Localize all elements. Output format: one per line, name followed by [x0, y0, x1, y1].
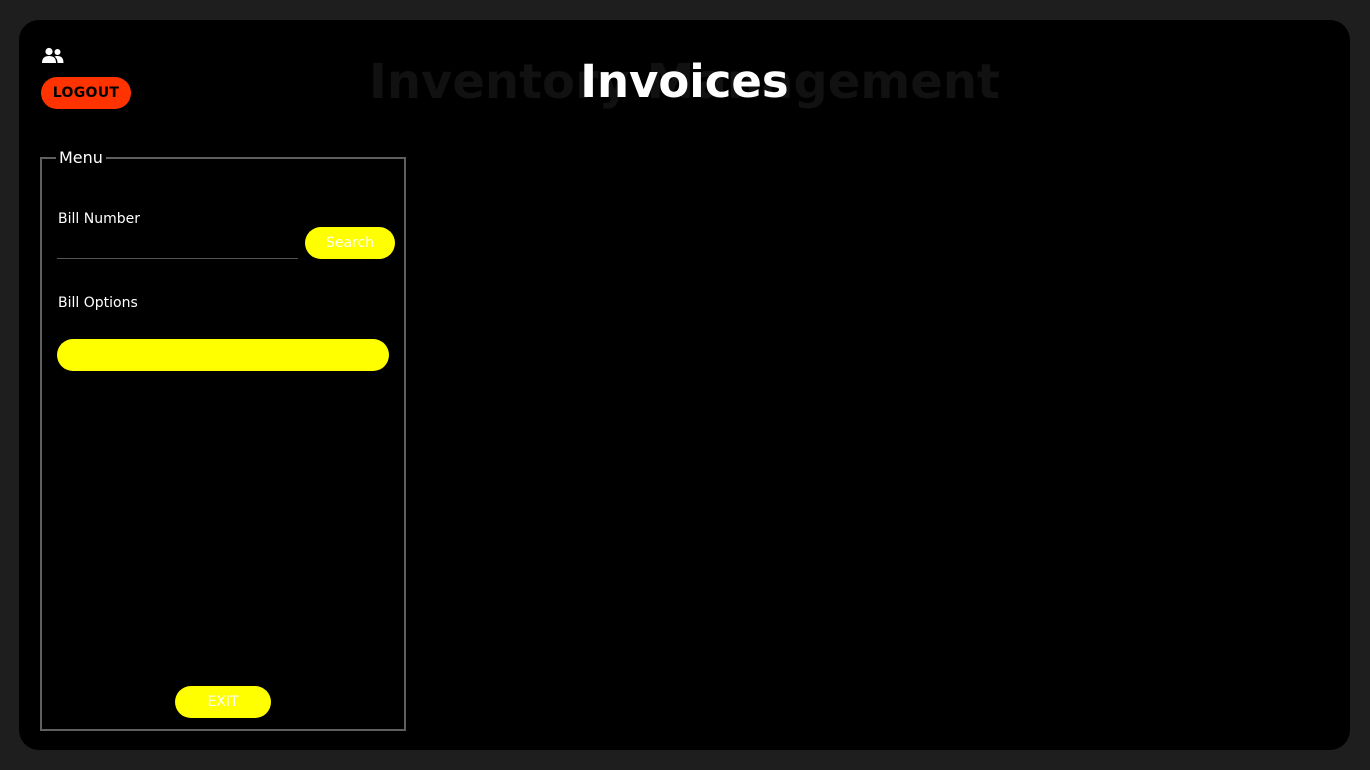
menu-legend: Menu	[59, 148, 103, 167]
app-window: LOGOUT Inventory Management Invoices Men…	[19, 20, 1350, 750]
menu-panel: Menu Bill Number Search Bill Options EXI…	[40, 148, 406, 731]
bill-options-dropdown[interactable]	[57, 339, 389, 371]
bill-options-label: Bill Options	[58, 295, 138, 311]
bill-number-label: Bill Number	[58, 211, 140, 227]
bill-number-input[interactable]	[57, 237, 298, 259]
page-title: Invoices	[580, 55, 789, 108]
search-button[interactable]: Search	[305, 227, 395, 259]
exit-button[interactable]: EXIT	[175, 686, 271, 718]
